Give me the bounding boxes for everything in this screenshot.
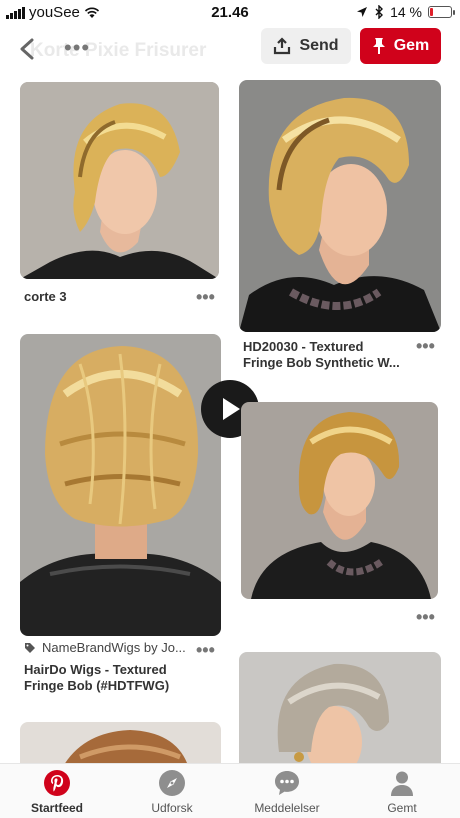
pin-source[interactable]: NameBrandWigs by Jo...: [24, 640, 186, 655]
pin-more-button[interactable]: •••: [416, 337, 435, 355]
nav-label: Startfeed: [30, 801, 83, 815]
battery-level: [430, 8, 433, 16]
battery-icon: [428, 6, 455, 18]
nav-item-meddelelser[interactable]: Meddelelser: [242, 769, 332, 815]
pin-source-name: NameBrandWigs by Jo...: [42, 640, 186, 655]
location-arrow-icon: [357, 7, 368, 17]
compass-icon: [159, 770, 185, 796]
pin-title-line2[interactable]: Fringe Bob Synthetic W...: [243, 355, 413, 371]
save-pin-button[interactable]: Gem: [360, 28, 441, 64]
nav-label: Gemt: [387, 801, 417, 815]
send-label: Send: [299, 37, 339, 54]
battery-percent: 14 %: [390, 4, 422, 20]
hairstyle-photo: [241, 402, 438, 599]
pin-title-line2[interactable]: Fringe Bob (#HDTFWG): [24, 678, 214, 694]
status-right: 14 %: [356, 4, 455, 20]
nav-item-startfeed[interactable]: Startfeed: [12, 769, 102, 815]
pin-image-hd20030[interactable]: [239, 80, 441, 332]
hairstyle-photo: [20, 334, 221, 636]
nav-label: Udforsk: [151, 801, 193, 815]
nav-item-udforsk[interactable]: Udforsk: [127, 769, 217, 815]
nav-item-gemt[interactable]: Gemt: [357, 769, 447, 815]
pin-title-line1[interactable]: HD20030 - Textured: [243, 339, 413, 355]
play-icon: [223, 398, 240, 420]
save-label: Gem: [393, 37, 430, 54]
chat-icon: [275, 771, 299, 795]
pin-image-corte3[interactable]: [20, 82, 219, 279]
person-icon: [391, 771, 413, 796]
bluetooth-icon: [375, 5, 384, 19]
pin-header: Korte Pixie Frisurer ••• Send Gem: [0, 26, 460, 74]
hairstyle-photo: [239, 80, 441, 332]
status-bar: youSee 21.46 14 %: [0, 0, 460, 26]
share-upload-icon: [274, 37, 291, 55]
pin-image-grey-pixie[interactable]: [239, 652, 441, 772]
send-button[interactable]: Send: [261, 28, 351, 64]
more-options-button[interactable]: •••: [64, 35, 90, 61]
pin-more-button[interactable]: •••: [196, 641, 215, 659]
pin-title-line1[interactable]: HairDo Wigs - Textured: [24, 662, 214, 678]
tag-icon: [25, 642, 35, 653]
pin-more-button[interactable]: •••: [416, 608, 435, 626]
hairstyle-photo: [20, 82, 219, 279]
pushpin-icon: [372, 38, 385, 54]
pin-image-hairdo-back[interactable]: [20, 334, 221, 636]
back-button[interactable]: [14, 36, 40, 62]
nav-label: Meddelelser: [254, 801, 320, 815]
pin-image-fringe-bob[interactable]: [241, 402, 438, 599]
hairstyle-photo: [239, 652, 441, 772]
chevron-left-icon: [20, 38, 34, 60]
pinterest-icon: [44, 770, 70, 796]
pin-more-button[interactable]: •••: [196, 288, 215, 306]
pin-title[interactable]: corte 3: [24, 289, 174, 305]
bottom-nav: Startfeed Udforsk Meddelelser Gemt: [0, 763, 460, 818]
ghost-title: Korte Pixie Frisurer: [30, 40, 207, 61]
